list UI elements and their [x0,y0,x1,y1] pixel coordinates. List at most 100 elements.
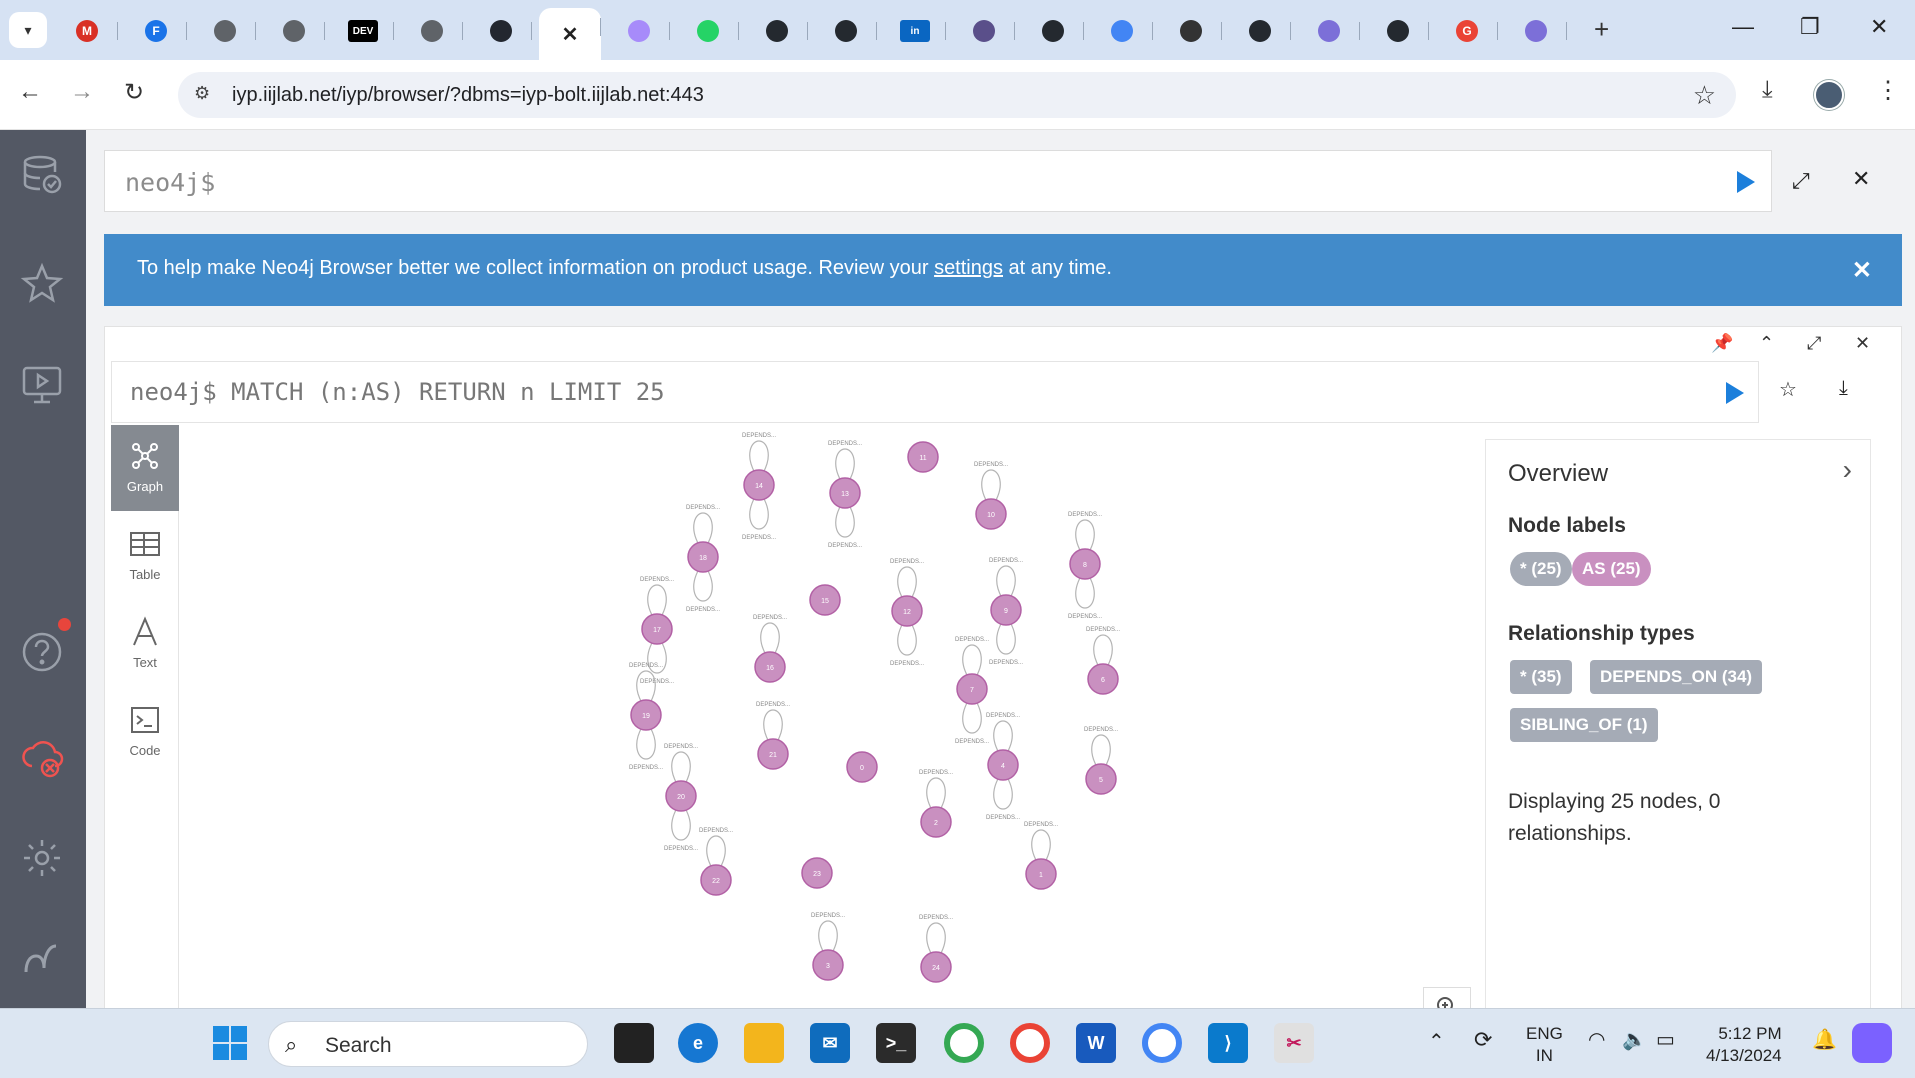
graph-node[interactable]: 8 [1069,548,1101,580]
relationship-loop[interactable] [1091,734,1111,768]
word-icon[interactable]: W [1076,1023,1116,1063]
language-indicator[interactable]: ENG IN [1526,1023,1563,1067]
favorites-star-icon[interactable] [20,262,64,306]
browser-tab[interactable]: in [884,12,946,50]
neo4j-about-icon[interactable] [20,936,64,980]
tab-search-dropdown-icon[interactable]: ▾ [9,12,47,48]
relationship-loop[interactable] [706,835,726,869]
graph-node[interactable]: 21 [757,738,789,770]
graph-node[interactable]: 16 [754,651,786,683]
forward-icon[interactable]: → [70,78,94,106]
rel-type-pill[interactable]: DEPENDS_ON (34) [1590,660,1763,694]
restore-icon[interactable]: ❐ [1800,14,1820,40]
relationship-loop[interactable] [981,469,1001,503]
view-graph-tab[interactable]: Graph [111,425,179,511]
reload-icon[interactable]: ↻ [124,78,144,107]
relationship-loop[interactable] [962,700,982,734]
new-tab-button[interactable]: + [1594,14,1609,45]
relationship-loop[interactable] [1031,829,1051,863]
run-query-icon[interactable] [1737,171,1755,193]
help-icon[interactable] [20,630,64,674]
graph-node[interactable]: 14 [743,469,775,501]
browser-tab[interactable] [1298,12,1360,50]
bookmark-star-icon[interactable]: ☆ [1693,80,1716,111]
terminal-icon[interactable]: >_ [876,1023,916,1063]
relationship-loop[interactable] [763,709,783,743]
relationship-loop[interactable] [671,751,691,785]
zoom-in-icon[interactable] [1423,987,1471,1008]
export-download-icon[interactable]: ⤓ [1839,377,1848,400]
guides-play-icon[interactable] [20,362,64,406]
fullscreen-frame-icon[interactable]: ⤢ [1807,333,1821,354]
url-text[interactable]: iyp.iijlab.net/iyp/browser/?dbms=iyp-bol… [232,84,704,107]
graph-node[interactable]: 10 [975,498,1007,530]
view-text-tab[interactable]: Text [111,601,179,687]
address-bar[interactable]: ⚙ iyp.iijlab.net/iyp/browser/?dbms=iyp-b… [178,72,1736,118]
graph-node[interactable]: 1 [1025,858,1057,890]
file-explorer-icon[interactable] [744,1023,784,1063]
graph-node[interactable]: 5 [1085,763,1117,795]
relationship-loop[interactable] [647,584,667,618]
taskbar-search[interactable]: ⌕ Search [268,1021,588,1067]
browser-tab[interactable] [401,12,463,50]
browser-tab[interactable] [1505,12,1567,50]
site-info-icon[interactable]: ⚙ [194,83,210,104]
graph-node[interactable]: 6 [1087,663,1119,695]
query-editor[interactable]: neo4j$ [104,150,1772,212]
collapse-overview-chevron-icon[interactable]: › [1843,454,1852,486]
graph-node[interactable]: 0 [846,751,878,783]
close-window-icon[interactable]: ✕ [1870,14,1888,40]
graph-node[interactable]: 12 [891,595,923,627]
graph-node[interactable]: 13 [829,477,861,509]
graph-node[interactable]: 4 [987,749,1019,781]
relationship-loop[interactable] [897,566,917,600]
rel-type-pill[interactable]: SIBLING_OF (1) [1510,708,1658,742]
browser-tab[interactable] [746,12,808,50]
browser-tab[interactable] [815,12,877,50]
clock[interactable]: 5:12 PM 4/13/2024 [1706,1023,1782,1067]
db-disconnected-icon[interactable] [20,736,64,780]
browser-tab[interactable] [953,12,1015,50]
rel-type-pill[interactable]: * (35) [1510,660,1572,694]
relationship-loop[interactable] [835,504,855,538]
fullscreen-editor-icon[interactable]: ⤢ [1792,168,1810,194]
back-icon[interactable]: ← [18,78,42,106]
settings-gear-icon[interactable] [20,836,64,880]
relationship-loop[interactable] [993,776,1013,810]
mail-icon[interactable]: ✉ [810,1023,850,1063]
edge-icon[interactable]: e [678,1023,718,1063]
menu-kebab-icon[interactable]: ⋮ [1876,76,1900,105]
relationship-loop[interactable] [1075,519,1095,553]
download-icon[interactable]: ⤓ [1762,76,1773,104]
vscode-icon[interactable]: ⟩ [1208,1023,1248,1063]
collapse-icon[interactable]: ⌃ [1759,333,1774,354]
relationship-loop[interactable] [1075,575,1095,609]
relationship-loop[interactable] [897,622,917,656]
browser-tab[interactable]: M [56,12,118,50]
profile-avatar[interactable] [1814,80,1844,110]
notifications-bell-icon[interactable]: 🔔 [1812,1027,1837,1052]
browser-tab[interactable] [263,12,325,50]
rerun-query-icon[interactable] [1726,382,1744,404]
view-code-tab[interactable]: Code [111,689,179,775]
relationship-loop[interactable] [926,922,946,956]
graph-node[interactable]: 19 [630,699,662,731]
browser-tab[interactable]: ✕ [539,8,601,60]
banner-close-icon[interactable]: ✕ [1852,256,1872,285]
graph-node[interactable]: 2 [920,806,952,838]
favorite-query-star-icon[interactable]: ☆ [1779,377,1797,402]
browser-tab[interactable] [1022,12,1084,50]
relationship-loop[interactable] [693,568,713,602]
minimize-icon[interactable]: — [1732,14,1754,40]
chrome-profile-icon[interactable] [1010,1023,1050,1063]
graph-node[interactable]: 7 [956,673,988,705]
relationship-loop[interactable] [749,440,769,474]
graph-node[interactable]: 22 [700,864,732,896]
graph-node[interactable]: 20 [665,780,697,812]
graph-node[interactable]: 24 [920,951,952,983]
sync-icon[interactable]: ⟳ [1474,1027,1492,1053]
graph-node[interactable]: 15 [809,584,841,616]
browser-tab[interactable] [194,12,256,50]
relationship-loop[interactable] [671,807,691,841]
snipping-tool-icon[interactable]: ✂ [1274,1023,1314,1063]
